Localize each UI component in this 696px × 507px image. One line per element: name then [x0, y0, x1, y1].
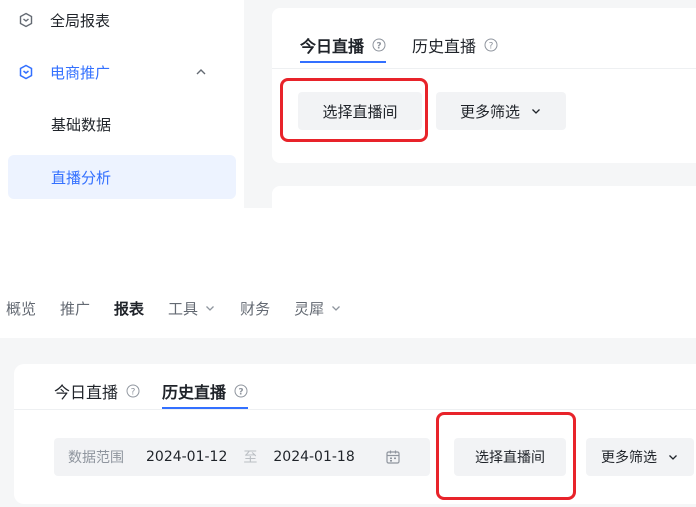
date-range-picker[interactable]: 数据范围 2024-01-12 至 2024-01-18 — [54, 438, 430, 476]
more-filter-button[interactable]: 更多筛选 — [436, 92, 566, 130]
shield-icon — [19, 12, 33, 28]
top-panel: 全局报表 电商推广 基础数据 直播分析 今日直播 ? 历史直播 ? 选择直播间 … — [0, 0, 696, 208]
chevron-down-icon — [206, 306, 215, 311]
nav-label: 报表 — [114, 299, 145, 318]
nav-label: 推广 — [60, 299, 91, 318]
nav-label: 概览 — [6, 299, 37, 318]
svg-text:?: ? — [238, 387, 243, 397]
chevron-down-icon — [332, 306, 341, 311]
tab-bar: 今日直播 ? 历史直播 ? — [300, 28, 498, 63]
nav-label: 工具 — [168, 299, 199, 318]
tab-bar: 今日直播 ? 历史直播 ? — [54, 374, 249, 409]
content-card — [272, 186, 696, 208]
tab-label: 今日直播 — [300, 37, 365, 56]
sidebar-item-global-report[interactable]: 全局报表 — [8, 0, 236, 42]
nav-item-tools[interactable]: 工具 — [168, 298, 216, 319]
nav-label: 灵犀 — [294, 299, 325, 318]
sidebar: 全局报表 电商推广 基础数据 直播分析 — [0, 0, 244, 208]
button-label: 更多筛选 — [459, 102, 520, 121]
nav-item-promotion[interactable]: 推广 — [60, 298, 90, 319]
sidebar-item-basic-data[interactable]: 基础数据 — [8, 102, 236, 146]
help-icon[interactable]: ? — [484, 38, 498, 52]
calendar-icon[interactable] — [385, 449, 401, 465]
help-icon[interactable]: ? — [126, 384, 140, 398]
svg-text:?: ? — [489, 41, 494, 51]
tab-divider — [14, 409, 696, 410]
date-range-label: 数据范围 — [68, 450, 124, 466]
tab-history-live[interactable]: 历史直播 ? — [162, 374, 249, 409]
tab-label: 历史直播 — [162, 383, 227, 402]
date-separator: 至 — [243, 450, 258, 466]
shield-icon — [19, 64, 33, 80]
chevron-down-icon — [532, 109, 540, 114]
sidebar-item-label: 全局报表 — [50, 11, 111, 30]
sidebar-item-ecommerce[interactable]: 电商推广 — [8, 50, 236, 94]
nav-item-overview[interactable]: 概览 — [6, 298, 36, 319]
start-date-input[interactable]: 2024-01-12 — [146, 449, 227, 465]
sidebar-item-label: 电商推广 — [50, 63, 111, 82]
button-label: 更多筛选 — [601, 450, 657, 466]
sidebar-item-label: 基础数据 — [51, 115, 112, 134]
chevron-up-icon[interactable] — [194, 65, 208, 79]
help-icon[interactable]: ? — [372, 38, 386, 52]
tab-label: 历史直播 — [412, 37, 477, 56]
more-filter-button[interactable]: 更多筛选 — [586, 438, 694, 476]
nav-label: 财务 — [240, 299, 271, 318]
nav-item-lingxi[interactable]: 灵犀 — [294, 298, 342, 319]
sidebar-item-live-analysis[interactable]: 直播分析 — [8, 155, 236, 199]
tab-history-live[interactable]: 历史直播 ? — [412, 28, 498, 62]
nav-item-report[interactable]: 报表 — [114, 298, 144, 319]
tab-today-live[interactable]: 今日直播 ? — [54, 374, 140, 408]
nav-item-finance[interactable]: 财务 — [240, 298, 270, 319]
tab-today-live[interactable]: 今日直播 ? — [300, 28, 387, 63]
svg-text:?: ? — [376, 41, 381, 51]
svg-text:?: ? — [131, 387, 136, 397]
highlight-box — [436, 412, 576, 500]
help-icon[interactable]: ? — [234, 384, 248, 398]
chevron-down-icon — [669, 455, 677, 460]
sidebar-item-label: 直播分析 — [51, 168, 112, 187]
tab-label: 今日直播 — [54, 383, 119, 402]
tab-divider — [272, 68, 696, 69]
highlight-box — [280, 78, 428, 142]
end-date-input[interactable]: 2024-01-18 — [273, 449, 354, 465]
top-nav: 概览 推广 报表 工具 财务 灵犀 — [0, 288, 696, 328]
